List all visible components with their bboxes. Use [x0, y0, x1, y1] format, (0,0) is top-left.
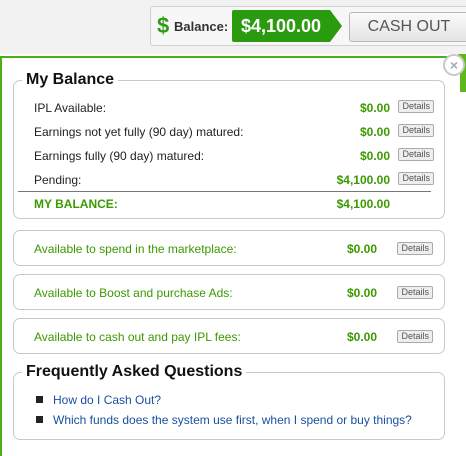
my-balance-section: My Balance IPL Available: $0.00 Details …: [13, 71, 445, 219]
row-label: IPL Available:: [34, 101, 107, 115]
balance-arrow-icon: [330, 10, 342, 42]
available-cashout-box: Available to cash out and pay IPL fees: …: [13, 318, 445, 354]
cash-out-button[interactable]: CASH OUT: [349, 12, 466, 42]
details-button[interactable]: Details: [397, 286, 433, 299]
balance-label: Balance:: [174, 19, 229, 34]
bullet-icon: [36, 396, 43, 403]
available-amount: $0.00: [346, 242, 377, 256]
details-button[interactable]: Details: [397, 242, 433, 255]
balance-row: Pending: $4,100.00 Details: [34, 171, 434, 189]
faq-link-text[interactable]: Which funds does the system use first, w…: [53, 413, 412, 427]
total-amount: $4,100.00: [336, 197, 390, 211]
available-marketplace-box: Available to spend in the marketplace: $…: [13, 230, 445, 266]
bullet-icon: [36, 416, 43, 423]
faq-link[interactable]: How do I Cash Out?: [36, 393, 161, 407]
balance-row: IPL Available: $0.00 Details: [34, 99, 434, 117]
details-button[interactable]: Details: [398, 172, 434, 185]
row-amount: $0.00: [359, 101, 390, 115]
details-button[interactable]: Details: [398, 148, 434, 161]
row-amount: $0.00: [359, 125, 390, 139]
total-label: MY BALANCE:: [34, 197, 118, 211]
row-amount: $4,100.00: [336, 173, 390, 187]
available-label: Available to Boost and purchase Ads:: [34, 286, 233, 300]
available-label: Available to spend in the marketplace:: [34, 242, 237, 256]
row-label: Earnings fully (90 day) matured:: [34, 149, 205, 163]
row-amount: $0.00: [359, 149, 390, 163]
row-label: Earnings not yet fully (90 day) matured:: [34, 125, 244, 139]
available-amount: $0.00: [346, 286, 377, 300]
faq-link-text[interactable]: How do I Cash Out?: [53, 393, 161, 407]
section-title: My Balance: [22, 71, 119, 89]
details-button[interactable]: Details: [398, 124, 434, 137]
my-balance-total-row: MY BALANCE: $4,100.00: [34, 195, 434, 213]
balance-amount[interactable]: $4,100.00: [232, 10, 330, 42]
balance-row: Earnings not yet fully (90 day) matured:…: [34, 123, 434, 141]
page-background: [459, 92, 466, 456]
details-button[interactable]: Details: [398, 100, 434, 113]
faq-link[interactable]: Which funds does the system use first, w…: [36, 413, 412, 427]
divider: [18, 191, 431, 192]
section-title: Frequently Asked Questions: [22, 363, 247, 381]
balance-row: Earnings fully (90 day) matured: $0.00 D…: [34, 147, 434, 165]
available-amount: $0.00: [346, 330, 377, 344]
available-label: Available to cash out and pay IPL fees:: [34, 330, 241, 344]
details-button[interactable]: Details: [397, 330, 433, 343]
dollar-icon: $: [157, 13, 170, 38]
available-boost-box: Available to Boost and purchase Ads: $0.…: [13, 274, 445, 310]
faq-section: Frequently Asked Questions How do I Cash…: [13, 363, 445, 440]
row-label: Pending:: [34, 173, 82, 187]
close-icon[interactable]: ×: [443, 54, 465, 76]
